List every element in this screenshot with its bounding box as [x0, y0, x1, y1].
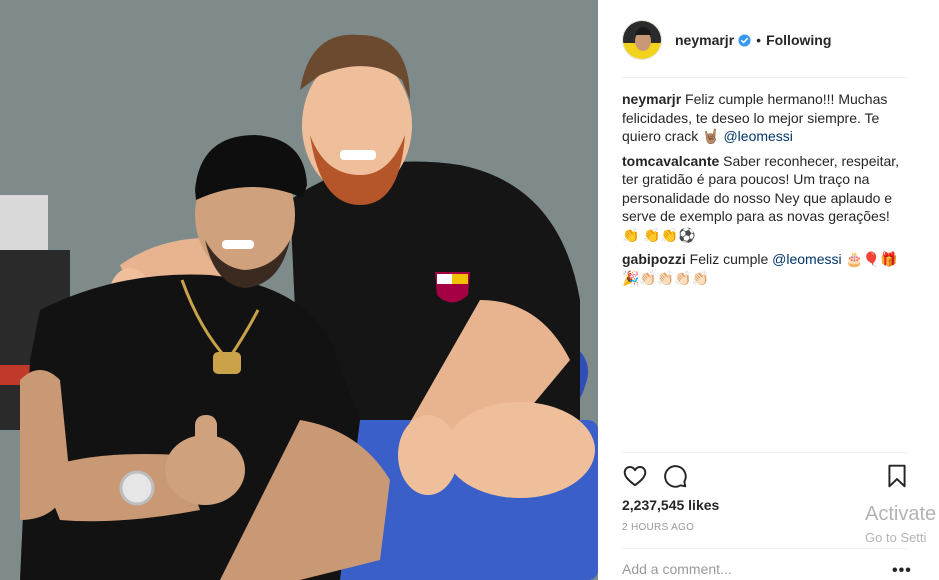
comment-input-divider [622, 548, 908, 549]
comment-mention[interactable]: @leomessi [772, 251, 841, 267]
comment-username[interactable]: tomcavalcante [622, 153, 719, 169]
comment-item: neymarjr Feliz cumple hermano!!! Muchas … [622, 90, 908, 146]
post-actions [622, 463, 912, 489]
comment-item: tomcavalcante Saber reconhecer, respeita… [622, 152, 908, 245]
post-timestamp: 2 HOURS AGO [622, 522, 695, 533]
comment-username[interactable]: neymarjr [622, 91, 681, 107]
following-button[interactable]: Following [766, 32, 831, 48]
separator-dot: • [756, 32, 762, 48]
comment-username[interactable]: gabipozzi [622, 251, 686, 267]
likes-count[interactable]: 2,237,545 likes [622, 497, 719, 513]
avatar-image [623, 21, 661, 59]
comments-list: neymarjr Feliz cumple hermano!!! Muchas … [622, 90, 908, 293]
avatar[interactable] [622, 20, 662, 60]
more-options-button[interactable]: ••• [892, 562, 912, 580]
post-header: neymarjr • Following [622, 18, 912, 62]
activate-windows-watermark: Activate Go to Setti [865, 503, 936, 545]
watermark-line-1: Activate [865, 503, 937, 525]
username-link[interactable]: neymarjr [675, 32, 734, 48]
post-photo[interactable] [0, 0, 598, 580]
post-photo-illustration [0, 0, 598, 580]
watermark-line-2: Go to Setti [865, 530, 927, 545]
header-divider [622, 77, 908, 78]
heart-icon[interactable] [622, 463, 648, 489]
actions-divider [622, 452, 908, 453]
comment-text: Feliz cumple [689, 251, 769, 267]
add-comment-input[interactable] [622, 561, 882, 577]
post-details-panel: neymarjr • Following neymarjr Feliz cump… [598, 0, 939, 580]
bookmark-icon[interactable] [884, 463, 910, 489]
comment-mention[interactable]: @leomessi [723, 128, 792, 144]
comment-bubble-icon[interactable] [662, 463, 688, 489]
verified-badge-icon [738, 33, 751, 47]
comment-item: gabipozzi Feliz cumple @leomessi 🎂🎈🎁 🎉👏🏻… [622, 250, 908, 287]
